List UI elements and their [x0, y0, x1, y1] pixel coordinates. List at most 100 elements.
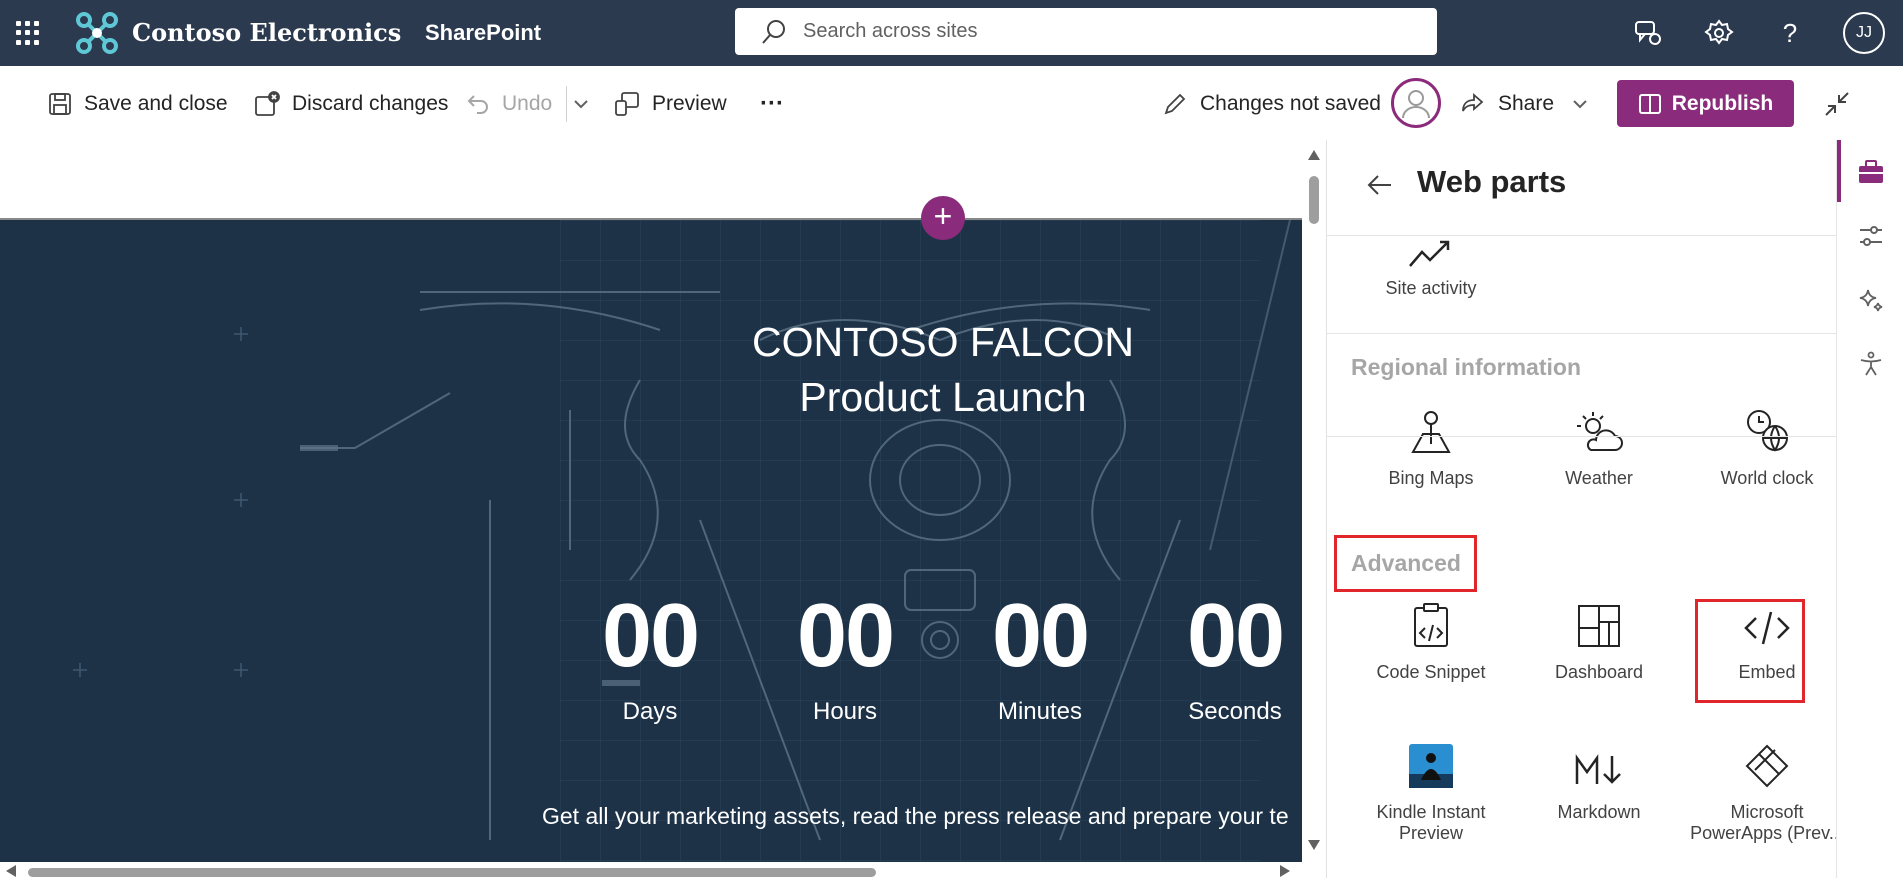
save-status-text: Changes not saved — [1200, 92, 1381, 115]
undo-icon — [467, 95, 488, 114]
hero-title-line2: Product Launch — [799, 374, 1087, 420]
right-rail — [1836, 140, 1903, 878]
dashboard-icon — [1578, 605, 1620, 647]
save-icon — [49, 93, 71, 115]
app-launcher-icon[interactable] — [14, 19, 42, 47]
back-arrow-icon[interactable] — [1365, 170, 1395, 200]
webpart-microsoft-powerapps[interactable]: Microsoft PowerApps (Prev... — [1687, 736, 1836, 844]
undo-button[interactable]: Undo — [466, 88, 552, 120]
webpart-weather[interactable]: Weather — [1519, 402, 1679, 489]
horizontal-scrollbar[interactable] — [0, 862, 1326, 878]
panel-header: Web parts — [1327, 140, 1836, 236]
scroll-right-arrow-icon — [1280, 865, 1290, 877]
code-snippet-icon — [1414, 603, 1448, 647]
world-clock-icon — [1747, 410, 1788, 452]
help-icon[interactable]: ? — [1771, 14, 1809, 52]
countdown-days-value: 00 — [601, 586, 700, 686]
webpart-bing-maps[interactable]: Bing Maps — [1351, 402, 1511, 489]
site-activity-icon — [1409, 240, 1450, 267]
countdown-seconds-label: Seconds — [1188, 698, 1282, 725]
editor-avatar[interactable] — [1391, 78, 1441, 128]
search-box[interactable] — [735, 8, 1437, 55]
webpart-label: World clock — [1720, 468, 1814, 488]
webpart-code-snippet[interactable]: Code Snippet — [1351, 596, 1511, 683]
search-input[interactable] — [803, 20, 1403, 43]
user-avatar[interactable]: JJ — [1843, 12, 1885, 54]
scroll-down-arrow-icon — [1308, 840, 1320, 850]
panel-title: Web parts — [1417, 164, 1567, 199]
preview-icon — [615, 92, 639, 116]
pencil-icon — [1164, 93, 1186, 115]
save-and-close-button[interactable]: Save and close — [48, 88, 228, 120]
webpart-dashboard[interactable]: Dashboard — [1519, 596, 1679, 683]
scroll-up-arrow-icon — [1308, 150, 1320, 160]
share-button[interactable]: Share — [1460, 88, 1600, 120]
webpart-kindle-instant-preview[interactable]: Kindle Instant Preview — [1351, 736, 1511, 844]
kindle-icon — [1409, 744, 1453, 788]
countdown-minutes-value: 00 — [991, 586, 1090, 686]
webpart-world-clock[interactable]: World clock — [1687, 402, 1836, 489]
preview-label: Preview — [652, 92, 727, 115]
countdown-minutes-label: Minutes — [997, 698, 1083, 725]
chevron-down-icon — [1573, 100, 1587, 109]
app-name[interactable]: SharePoint — [425, 20, 541, 46]
vertical-scroll-thumb[interactable] — [1309, 176, 1319, 224]
markdown-icon — [1575, 754, 1621, 784]
search-icon — [762, 19, 785, 44]
map-pin-icon — [1411, 411, 1451, 453]
accessibility-icon[interactable] — [1857, 350, 1885, 378]
webpart-site-activity[interactable]: Site activity — [1351, 230, 1511, 299]
contoso-logo-icon — [76, 12, 118, 54]
discard-changes-button[interactable]: Discard changes — [254, 88, 448, 120]
republish-label: Republish — [1671, 91, 1774, 115]
command-bar: Save and close Discard changes Undo Prev… — [0, 66, 1903, 140]
web-parts-panel: Web parts Site activity Regional informa… — [1326, 140, 1836, 878]
properties-sliders-icon[interactable] — [1857, 222, 1885, 250]
preview-button[interactable]: Preview — [614, 88, 727, 120]
save-status: Changes not saved — [1162, 88, 1381, 120]
hero-description: Get all your marketing assets, read the … — [542, 803, 1289, 829]
sparkle-design-icon[interactable] — [1857, 286, 1885, 314]
webpart-label-line1: Markdown — [1557, 802, 1641, 822]
webpart-label: Bing Maps — [1388, 468, 1474, 488]
add-section-button[interactable]: + — [921, 196, 965, 240]
republish-button[interactable]: Republish — [1617, 80, 1794, 127]
webpart-label-line1: Kindle Instant — [1376, 802, 1486, 822]
undo-label: Undo — [502, 92, 553, 115]
discard-icon — [255, 91, 280, 116]
undo-dropdown-chevron-icon[interactable] — [572, 88, 602, 120]
weather-icon — [1577, 412, 1623, 451]
webpart-label: Weather — [1565, 468, 1633, 488]
discard-changes-label: Discard changes — [292, 92, 449, 115]
vertical-scrollbar[interactable] — [1302, 140, 1326, 862]
toolbox-icon[interactable] — [1857, 158, 1885, 186]
horizontal-scroll-thumb[interactable] — [28, 868, 876, 877]
highlight-box-advanced — [1334, 535, 1477, 592]
settings-gear-icon[interactable] — [1700, 14, 1738, 52]
person-icon — [1402, 90, 1430, 119]
powerapps-icon — [1745, 744, 1789, 788]
brand-name[interactable]: Contoso Electronics — [132, 18, 401, 47]
webpart-label: Site activity — [1385, 278, 1477, 298]
webpart-label-line2: PowerApps (Prev... — [1690, 823, 1836, 843]
countdown-hero: CONTOSO FALCON Product Launch 00 Days 00… — [0, 218, 1302, 862]
collapse-icon[interactable] — [1824, 88, 1862, 120]
more-options-button[interactable]: ··· — [760, 88, 784, 120]
section-regional-information: Regional information — [1351, 354, 1581, 380]
hero-title: CONTOSO FALCON Product Launch — [600, 315, 1286, 425]
share-label: Share — [1498, 92, 1555, 115]
section-divider — [1327, 436, 1836, 437]
countdown-days-label: Days — [622, 698, 678, 725]
hero-title-line1: CONTOSO FALCON — [752, 319, 1134, 365]
highlight-box-embed — [1695, 599, 1805, 703]
suite-header: Contoso Electronics SharePoint ? JJ — [0, 0, 1903, 66]
feedback-icon[interactable] — [1629, 14, 1667, 52]
webpart-label-line1: Microsoft — [1730, 802, 1804, 822]
book-icon — [1638, 93, 1661, 114]
webpart-markdown[interactable]: Markdown — [1519, 736, 1679, 823]
countdown-hours-label: Hours — [812, 698, 878, 725]
countdown-hours-value: 00 — [796, 586, 895, 686]
webpart-label: Dashboard — [1554, 662, 1644, 682]
section-divider — [1327, 333, 1836, 334]
svg-text:?: ? — [1783, 18, 1797, 48]
